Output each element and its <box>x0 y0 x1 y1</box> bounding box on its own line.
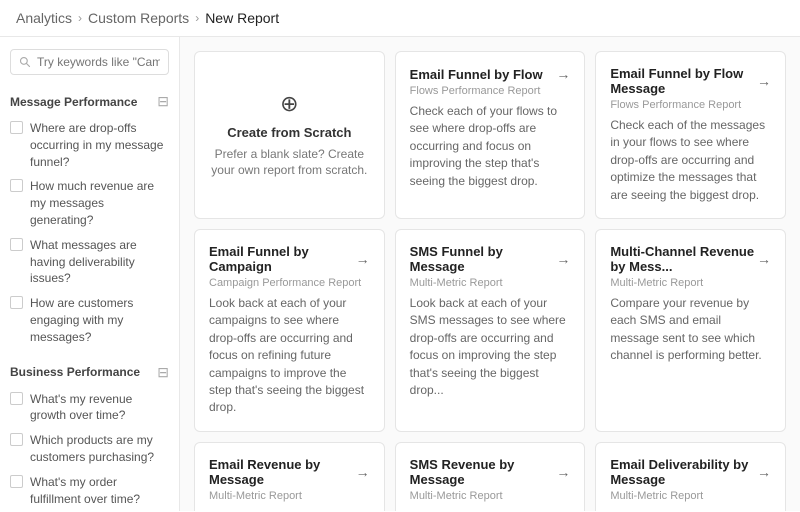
sidebar-item-text-0-2: What messages are having deliverability … <box>30 237 169 287</box>
sidebar: Message Performance ⊟ Where are drop-offs … <box>0 37 180 511</box>
card-desc-8: Monitor your email deliverability by eac… <box>610 508 771 511</box>
card-8[interactable]: Email Deliverability by Message → Multi-… <box>595 442 786 511</box>
arrow-icon-4: → <box>556 251 570 267</box>
breadcrumb-custom-reports[interactable]: Custom Reports <box>88 10 189 26</box>
sidebar-item-0-0[interactable]: Where are drop-offs occurring in my mess… <box>0 116 179 174</box>
card-title-row-3: Email Funnel by Campaign → <box>209 244 370 274</box>
sidebar-item-text-0-1: How much revenue are my messages generat… <box>30 178 169 228</box>
search-input[interactable] <box>37 55 160 69</box>
breadcrumb: Analytics › Custom Reports › New Report <box>0 0 800 37</box>
card-desc-3: Look back at each of your campaigns to s… <box>209 295 370 417</box>
card-subtitle-3: Campaign Performance Report <box>209 277 370 289</box>
sidebar-item-0-2[interactable]: What messages are having deliverability … <box>0 233 179 291</box>
sidebar-item-text-1-1: Which products are my customers purchasi… <box>30 432 169 466</box>
sidebar-checkbox-0-3[interactable] <box>10 296 23 309</box>
scratch-icon: ⊕ <box>280 91 298 117</box>
card-desc-2: Check each of the messages in your flows… <box>610 117 771 204</box>
sidebar-section-1: Business Performance ⊟ What's my revenue g… <box>0 358 179 511</box>
card-1[interactable]: Email Funnel by Flow → Flows Performance… <box>395 51 586 219</box>
search-box[interactable] <box>10 49 169 75</box>
main-layout: Message Performance ⊟ Where are drop-offs … <box>0 37 800 511</box>
sidebar-section-0: Message Performance ⊟ Where are drop-offs … <box>0 87 179 350</box>
arrow-icon-6: → <box>356 464 370 480</box>
arrow-icon-2: → <box>757 73 771 89</box>
breadcrumb-current: New Report <box>205 10 279 26</box>
sidebar-item-0-3[interactable]: How are customers engaging with my messa… <box>0 291 179 349</box>
sidebar-item-1-0[interactable]: What's my revenue growth over time? <box>0 387 179 429</box>
card-6[interactable]: Email Revenue by Message → Multi-Metric … <box>194 442 385 511</box>
breadcrumb-analytics[interactable]: Analytics <box>16 10 72 26</box>
card-3[interactable]: Email Funnel by Campaign → Campaign Perf… <box>194 229 385 432</box>
collapse-icon-1: ⊟ <box>157 364 169 381</box>
sidebar-item-1-1[interactable]: Which products are my customers purchasi… <box>0 428 179 470</box>
arrow-icon-8: → <box>757 464 771 480</box>
card-subtitle-2: Flows Performance Report <box>610 99 771 111</box>
card-subtitle-4: Multi-Metric Report <box>410 277 571 289</box>
content-area: ⊕ Create from Scratch Prefer a blank sla… <box>180 37 800 511</box>
scratch-title: Create from Scratch <box>227 125 351 140</box>
card-title-row-1: Email Funnel by Flow → <box>410 66 571 82</box>
sidebar-item-text-1-0: What's my revenue growth over time? <box>30 391 169 425</box>
card-title-row-2: Email Funnel by Flow Message → <box>610 66 771 96</box>
card-title-row-8: Email Deliverability by Message → <box>610 457 771 487</box>
sidebar-item-text-0-0: Where are drop-offs occurring in my mess… <box>30 120 169 170</box>
card-title-7: SMS Revenue by Message <box>410 457 557 487</box>
card-title-row-5: Multi-Channel Revenue by Mess... → <box>610 244 771 274</box>
sidebar-item-text-1-2: What's my order fulfillment over time? <box>30 474 169 508</box>
card-title-3: Email Funnel by Campaign <box>209 244 356 274</box>
card-desc-7: Compare your revenue by each SMS message… <box>410 508 571 511</box>
card-subtitle-8: Multi-Metric Report <box>610 490 771 502</box>
card-2[interactable]: Email Funnel by Flow Message → Flows Per… <box>595 51 786 219</box>
breadcrumb-sep-2: › <box>195 11 199 25</box>
card-desc-6: Compare your revenue by each email messa… <box>209 508 370 511</box>
card-title-2: Email Funnel by Flow Message <box>610 66 757 96</box>
sidebar-checkbox-0-0[interactable] <box>10 121 23 134</box>
card-desc-4: Look back at each of your SMS messages t… <box>410 295 571 399</box>
sidebar-checkbox-0-1[interactable] <box>10 179 23 192</box>
sidebar-section-title-1: Business Performance <box>10 365 140 379</box>
sidebar-section-header-1[interactable]: Business Performance ⊟ <box>0 358 179 387</box>
sidebar-checkbox-1-1[interactable] <box>10 433 23 446</box>
sidebar-item-text-0-3: How are customers engaging with my messa… <box>30 295 169 345</box>
card-title-1: Email Funnel by Flow <box>410 67 543 82</box>
card-title-row-4: SMS Funnel by Message → <box>410 244 571 274</box>
card-4[interactable]: SMS Funnel by Message → Multi-Metric Rep… <box>395 229 586 432</box>
card-title-4: SMS Funnel by Message <box>410 244 557 274</box>
arrow-icon-7: → <box>556 464 570 480</box>
search-icon <box>19 56 31 68</box>
card-title-row-7: SMS Revenue by Message → <box>410 457 571 487</box>
sidebar-checkbox-1-0[interactable] <box>10 392 23 405</box>
card-subtitle-6: Multi-Metric Report <box>209 490 370 502</box>
card-7[interactable]: SMS Revenue by Message → Multi-Metric Re… <box>395 442 586 511</box>
sidebar-item-1-2[interactable]: What's my order fulfillment over time? <box>0 470 179 511</box>
search-wrap <box>0 49 179 87</box>
arrow-icon-1: → <box>556 66 570 82</box>
card-0[interactable]: ⊕ Create from Scratch Prefer a blank sla… <box>194 51 385 219</box>
sidebar-item-0-1[interactable]: How much revenue are my messages generat… <box>0 174 179 232</box>
card-title-6: Email Revenue by Message <box>209 457 356 487</box>
sidebar-checkbox-0-2[interactable] <box>10 238 23 251</box>
sidebar-section-title-0: Message Performance <box>10 95 137 109</box>
card-title-5: Multi-Channel Revenue by Mess... <box>610 244 757 274</box>
card-subtitle-5: Multi-Metric Report <box>610 277 771 289</box>
card-desc-1: Check each of your flows to see where dr… <box>410 103 571 190</box>
card-5[interactable]: Multi-Channel Revenue by Mess... → Multi… <box>595 229 786 432</box>
card-title-8: Email Deliverability by Message <box>610 457 757 487</box>
cards-grid: ⊕ Create from Scratch Prefer a blank sla… <box>194 51 786 511</box>
card-subtitle-7: Multi-Metric Report <box>410 490 571 502</box>
card-desc-5: Compare your revenue by each SMS and ema… <box>610 295 771 365</box>
card-title-row-6: Email Revenue by Message → <box>209 457 370 487</box>
collapse-icon-0: ⊟ <box>157 93 169 110</box>
scratch-desc: Prefer a blank slate? Create your own re… <box>209 146 370 180</box>
arrow-icon-3: → <box>356 251 370 267</box>
breadcrumb-sep-1: › <box>78 11 82 25</box>
sidebar-section-header-0[interactable]: Message Performance ⊟ <box>0 87 179 116</box>
arrow-icon-5: → <box>757 251 771 267</box>
sidebar-sections: Message Performance ⊟ Where are drop-offs … <box>0 87 179 511</box>
card-subtitle-1: Flows Performance Report <box>410 85 571 97</box>
sidebar-checkbox-1-2[interactable] <box>10 475 23 488</box>
